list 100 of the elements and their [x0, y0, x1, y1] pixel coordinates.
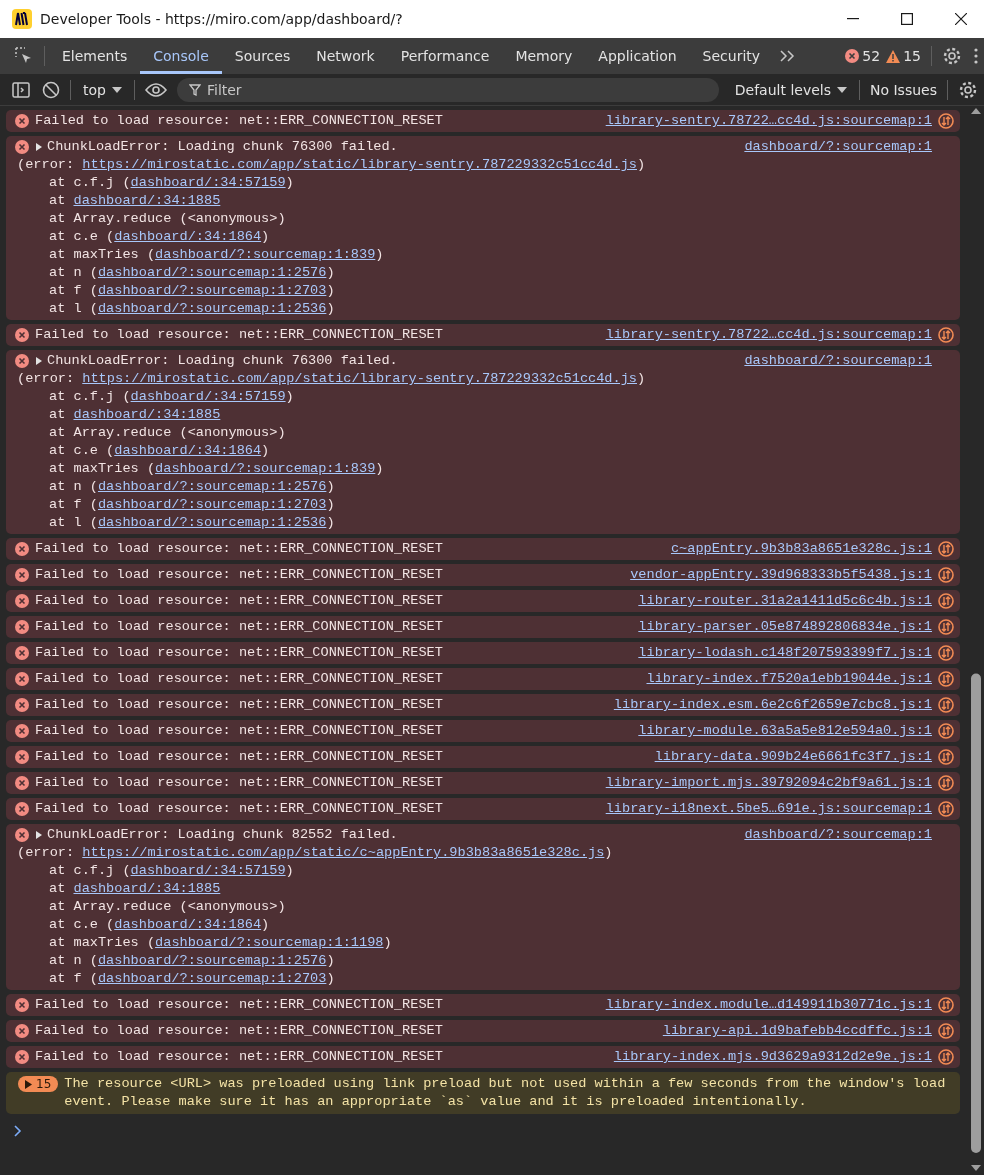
source-map-icon[interactable]	[938, 775, 954, 791]
source-link[interactable]: c~appEntry.9b3b83a8651e328c.js:1	[670, 540, 932, 558]
error-text: Failed to load resource: net::ERR_CONNECTION_RESET	[35, 1048, 443, 1066]
source-link[interactable]: library-index.esm.6e2c6f2659e7cbc8.js:1	[613, 696, 932, 714]
warning-icon	[886, 49, 901, 63]
error-text: Failed to load resource: net::ERR_CONNECTION_RESET	[35, 326, 443, 344]
stack-link[interactable]: dashboard/:34:1885	[73, 193, 221, 208]
stack-link[interactable]: dashboard/:34:1864	[114, 229, 262, 244]
devtools-tab[interactable]: Network	[303, 38, 388, 74]
source-map-icon[interactable]	[938, 723, 954, 739]
stack-frame: at c.e (dashboard/:34:1864)	[17, 442, 954, 460]
stack-link[interactable]: dashboard/?:sourcemap:1:839	[155, 247, 376, 262]
stack-link[interactable]: dashboard/?:sourcemap:1:2576	[97, 479, 327, 494]
error-icon	[15, 802, 29, 816]
devtools-tab[interactable]: Security	[689, 38, 774, 74]
source-link[interactable]: library-sentry.78722…cc4d.js:sourcemap:1	[605, 112, 932, 130]
stack-link[interactable]: https://mirostatic.com/app/static/library-sentry.787229332c51cc4d.js	[82, 157, 637, 172]
window-title: Developer Tools - https://miro.com/app/dashboard/?	[40, 11, 404, 27]
error-text: Failed to load resource: net::ERR_CONNECTION_RESET	[35, 996, 443, 1014]
source-map-icon[interactable]	[938, 645, 954, 661]
stack-frame: at f (dashboard/?:sourcemap:1:2703)	[17, 970, 954, 988]
expand-triangle-icon[interactable]	[35, 142, 43, 152]
source-link[interactable]: dashboard/?:sourcemap:1	[744, 352, 932, 370]
stack-link[interactable]: dashboard/:34:1885	[73, 881, 221, 896]
source-map-icon[interactable]	[938, 567, 954, 583]
source-map-icon[interactable]	[938, 671, 954, 687]
source-link[interactable]: dashboard/?:sourcemap:1	[744, 826, 932, 844]
devtools-tab[interactable]: Elements	[49, 38, 141, 74]
source-link[interactable]: library-data.909b24e6661fc3f7.js:1	[654, 748, 932, 766]
source-map-icon[interactable]	[938, 113, 954, 129]
source-link[interactable]: library-api.1d9bafebb4ccdffc.js:1	[662, 1022, 932, 1040]
error-text: Failed to load resource: net::ERR_CONNECTION_RESET	[35, 592, 443, 610]
minimize-icon[interactable]	[847, 18, 859, 20]
repeat-count-badge[interactable]: 15	[18, 1076, 59, 1092]
stack-link[interactable]: dashboard/?:sourcemap:1:839	[155, 461, 376, 476]
source-map-icon[interactable]	[938, 1049, 954, 1065]
source-link[interactable]: vendor-appEntry.39d968333b5f5438.js:1	[630, 566, 932, 584]
source-map-icon[interactable]	[938, 593, 954, 609]
caret-icon	[111, 86, 122, 93]
error-icon	[15, 620, 29, 634]
log-levels-dropdown[interactable]: Default levels	[726, 81, 855, 98]
prompt-chevron-icon[interactable]	[14, 1125, 22, 1137]
error-text: Failed to load resource: net::ERR_CONNECTION_RESET	[35, 566, 443, 584]
source-link[interactable]: library-lodash.c148f207593399f7.js:1	[638, 644, 932, 662]
stack-link[interactable]: dashboard/:34:57159	[130, 863, 286, 878]
stack-link[interactable]: dashboard/:34:57159	[130, 389, 286, 404]
source-link[interactable]: library-import.mjs.39792094c2bf9a61.js:1	[605, 774, 932, 792]
devtools-tab[interactable]: Console	[140, 38, 222, 74]
stack-link[interactable]: dashboard/?:sourcemap:1:2703	[97, 283, 327, 298]
stack-link[interactable]: https://mirostatic.com/app/static/library-sentry.787229332c51cc4d.js	[82, 371, 637, 386]
error-icon	[15, 568, 29, 582]
source-link[interactable]: library-router.31a2a1411d5c6c4b.js:1	[638, 592, 932, 610]
source-link[interactable]: library-i18next.5be5…691e.js:sourcemap:1	[605, 800, 932, 818]
devtools-tab[interactable]: Memory	[502, 38, 586, 74]
source-map-icon[interactable]	[938, 327, 954, 343]
error-text: Failed to load resource: net::ERR_CONNECTION_RESET	[35, 722, 443, 740]
stack-link[interactable]: dashboard/:34:1864	[114, 917, 262, 932]
source-link[interactable]: library-index.module…d149911b30771c.js:1	[605, 996, 932, 1014]
maximize-icon[interactable]	[901, 13, 913, 25]
source-link[interactable]: library-sentry.78722…cc4d.js:sourcemap:1	[605, 326, 932, 344]
stack-frame: at n (dashboard/?:sourcemap:1:2576)	[17, 264, 954, 282]
stack-link[interactable]: dashboard/?:sourcemap:1:1198	[155, 935, 384, 950]
source-map-icon[interactable]	[938, 749, 954, 765]
error-text: Failed to load resource: net::ERR_CONNECTION_RESET	[35, 540, 443, 558]
source-link[interactable]: library-index.f7520a1ebb19044e.js:1	[646, 670, 932, 688]
stack-link[interactable]: dashboard/?:sourcemap:1:2703	[97, 497, 327, 512]
error-icon	[15, 828, 29, 842]
stack-link[interactable]: https://mirostatic.com/app/static/c~appEntry.9b3b83a8651e328c.js	[82, 845, 605, 860]
devtools-tab[interactable]: Performance	[387, 38, 503, 74]
source-map-icon[interactable]	[938, 1023, 954, 1039]
source-link[interactable]: library-index.mjs.9d3629a9312d2e9e.js:1	[613, 1048, 932, 1066]
source-map-icon[interactable]	[938, 997, 954, 1013]
error-text: Failed to load resource: net::ERR_CONNECTION_RESET	[35, 670, 443, 688]
source-link[interactable]: library-parser.05e874892806834e.js:1	[638, 618, 932, 636]
stack-link[interactable]: dashboard/:34:1885	[73, 407, 221, 422]
context-dropdown[interactable]: top	[75, 81, 130, 98]
filter-field[interactable]: Filter	[176, 77, 719, 102]
stack-link[interactable]: dashboard/?:sourcemap:1:2536	[97, 515, 327, 530]
stack-link[interactable]: dashboard/:34:1864	[114, 443, 262, 458]
stack-frame: at maxTries (dashboard/?:sourcemap:1:839)	[17, 246, 954, 264]
stack-link[interactable]: dashboard/?:sourcemap:1:2576	[97, 265, 327, 280]
stack-link[interactable]: dashboard/?:sourcemap:1:2536	[97, 301, 327, 316]
filter-icon	[188, 83, 201, 96]
source-map-icon[interactable]	[938, 801, 954, 817]
source-map-icon[interactable]	[938, 697, 954, 713]
source-link[interactable]: dashboard/?:sourcemap:1	[744, 138, 932, 156]
stack-link[interactable]: dashboard/:34:57159	[130, 175, 286, 190]
close-icon[interactable]	[955, 13, 967, 25]
stack-link[interactable]: dashboard/?:sourcemap:1:2703	[97, 971, 327, 986]
expand-triangle-icon[interactable]	[35, 356, 43, 366]
source-map-icon[interactable]	[938, 541, 954, 557]
error-count: 52	[862, 48, 881, 64]
devtools-tab[interactable]: Sources	[221, 38, 304, 74]
error-detail: (error: https://mirostatic.com/app/static/library-sentry.787229332c51cc4d.js)	[17, 156, 647, 174]
error-detail: (error: https://mirostatic.com/app/static/c~appEntry.9b3b83a8651e328c.js)	[17, 844, 614, 862]
source-map-icon[interactable]	[938, 619, 954, 635]
expand-triangle-icon[interactable]	[35, 830, 43, 840]
devtools-tab[interactable]: Application	[585, 38, 690, 74]
source-link[interactable]: library-module.63a5a5e812e594a0.js:1	[638, 722, 932, 740]
stack-link[interactable]: dashboard/?:sourcemap:1:2576	[97, 953, 327, 968]
